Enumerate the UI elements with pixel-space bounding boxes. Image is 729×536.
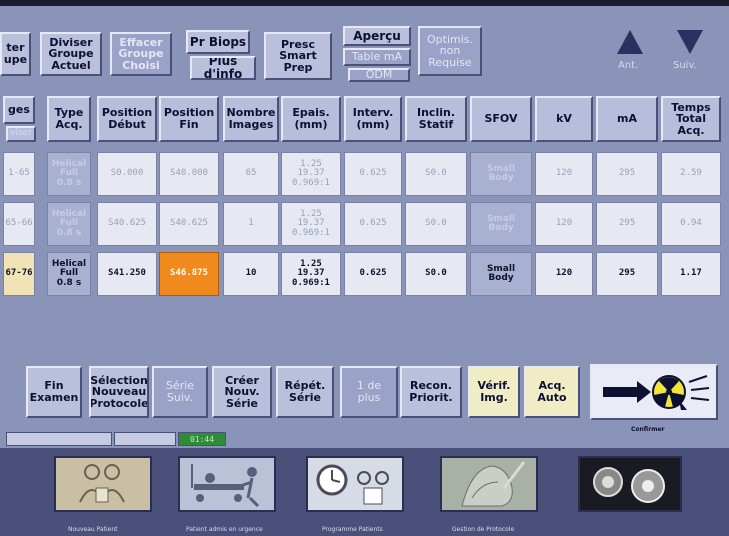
smart-prep-button[interactable]: Presc Smart Prep bbox=[264, 32, 332, 80]
status-segment-1 bbox=[6, 432, 112, 446]
table-cell[interactable]: 295 bbox=[596, 152, 658, 196]
split-group-button[interactable]: Diviser Groupe Actuel bbox=[40, 32, 102, 76]
table-cell[interactable]: 1.25 19.37 0.969:1 bbox=[281, 202, 341, 246]
column-header-7: Inclin. Statif bbox=[405, 96, 467, 142]
dock-label-emergency: Patient admis en urgence bbox=[186, 526, 263, 533]
table-cell[interactable]: 120 bbox=[535, 152, 593, 196]
dock-label-protocol: Gestion de Protocole bbox=[452, 526, 515, 533]
table-cell[interactable]: 0.94 bbox=[661, 202, 721, 246]
schedule-patients-icon bbox=[306, 456, 404, 512]
table-cell[interactable]: S41.250 bbox=[97, 252, 157, 296]
ma-table-button[interactable]: Table mA bbox=[343, 48, 411, 66]
select-protocol-button[interactable]: Sélection Nouveau Protocole bbox=[89, 366, 149, 418]
column-header-3: Position Fin bbox=[159, 96, 219, 142]
bottom-dock: Nouveau Patient Patient admis en urgence bbox=[0, 448, 729, 536]
next-label: Suiv. bbox=[673, 60, 697, 71]
quit-group-button[interactable]: ter upe bbox=[0, 32, 31, 76]
column-header-0: ges bbox=[3, 96, 35, 124]
table-cell[interactable]: S0.0 bbox=[405, 202, 467, 246]
column-header-6: Interv. (mm) bbox=[344, 96, 402, 142]
column-header-5: Epais. (mm) bbox=[281, 96, 341, 142]
image-works-icon bbox=[578, 456, 682, 512]
dock-label-schedule: Programme Patients bbox=[322, 526, 383, 533]
table-cell[interactable]: 1-65 bbox=[3, 152, 35, 196]
table-cell[interactable]: 0.625 bbox=[344, 202, 402, 246]
table-cell[interactable]: 295 bbox=[596, 252, 658, 296]
table-cell[interactable]: 67-76 bbox=[3, 252, 35, 296]
table-cell[interactable]: Helical Full 0.8 s bbox=[47, 202, 91, 246]
table-cell[interactable]: 0.625 bbox=[344, 152, 402, 196]
table-cell[interactable]: Helical Full 0.8 s bbox=[47, 252, 91, 296]
radiation-confirm-icon bbox=[603, 375, 710, 410]
biopsy-prep-button[interactable]: Pr Biops bbox=[186, 30, 250, 54]
repeat-series-button[interactable]: Répét. Série bbox=[276, 366, 334, 418]
dock-label-new-patient: Nouveau Patient bbox=[68, 526, 118, 533]
column-header-10: mA bbox=[596, 96, 658, 142]
emergency-patient-icon bbox=[178, 456, 276, 512]
end-exam-button[interactable]: Fin Examen bbox=[26, 366, 82, 418]
table-cell[interactable]: S0.0 bbox=[405, 252, 467, 296]
table-cell[interactable]: S40.625 bbox=[159, 202, 219, 246]
previous-label: Ant. bbox=[618, 60, 639, 71]
verify-images-button[interactable]: Vérif. Img. bbox=[468, 366, 520, 418]
new-patient-icon bbox=[54, 456, 152, 512]
confirm-label: Confirmer bbox=[631, 426, 665, 433]
column-header-9: kV bbox=[535, 96, 593, 142]
table-cell[interactable]: S0.000 bbox=[97, 152, 157, 196]
one-more-button[interactable]: 1 de plus bbox=[340, 366, 398, 418]
table-cell[interactable]: 2.59 bbox=[661, 152, 721, 196]
priority-recon-button[interactable]: Recon. Priorit. bbox=[400, 366, 462, 418]
delete-group-button[interactable]: Effacer Groupe Choisi bbox=[110, 32, 172, 76]
table-cell[interactable]: 120 bbox=[535, 252, 593, 296]
next-icon[interactable] bbox=[677, 30, 703, 54]
column-header-4: Nombre Images bbox=[223, 96, 279, 142]
table-cell[interactable]: 0.625 bbox=[344, 252, 402, 296]
timer-display: 01:44 bbox=[178, 432, 226, 446]
status-segment-2 bbox=[114, 432, 176, 446]
table-cell[interactable]: S40.625 bbox=[97, 202, 157, 246]
optimisation-button[interactable]: Optimis. non Requise bbox=[418, 26, 482, 76]
column-header-2: Position Début bbox=[97, 96, 157, 142]
protocol-management-icon bbox=[440, 456, 538, 512]
column-header-11: Temps Total Acq. bbox=[661, 96, 721, 142]
table-cell[interactable]: S40.000 bbox=[159, 152, 219, 196]
table-cell[interactable]: 295 bbox=[596, 202, 658, 246]
odm-button[interactable]: ODM bbox=[348, 68, 410, 82]
table-cell[interactable]: 1.25 19.37 0.969:1 bbox=[281, 152, 341, 196]
preview-button[interactable]: Aperçu bbox=[343, 26, 411, 46]
table-cell[interactable]: 120 bbox=[535, 202, 593, 246]
table-cell[interactable]: Small Body bbox=[470, 252, 532, 296]
column-header-1: Type Acq. bbox=[47, 96, 91, 142]
table-cell[interactable]: 10 bbox=[223, 252, 279, 296]
table-cell[interactable]: 1.25 19.37 0.969:1 bbox=[281, 252, 341, 296]
table-cell[interactable]: 1.17 bbox=[661, 252, 721, 296]
more-info-button[interactable]: Plus d'info bbox=[190, 56, 256, 80]
auto-acq-button[interactable]: Acq. Auto bbox=[524, 366, 580, 418]
create-series-button[interactable]: Créer Nouv. Série bbox=[212, 366, 272, 418]
next-series-button[interactable]: Série Suiv. bbox=[152, 366, 208, 418]
table-cell[interactable]: 65 bbox=[223, 152, 279, 196]
table-cell[interactable]: S46.875 bbox=[159, 252, 219, 296]
previous-icon[interactable] bbox=[617, 30, 643, 54]
table-cell[interactable]: Small Body bbox=[470, 152, 532, 196]
table-cell[interactable]: 65-66 bbox=[3, 202, 35, 246]
column-header-8: SFOV bbox=[470, 96, 532, 142]
table-cell[interactable]: 1 bbox=[223, 202, 279, 246]
revise-button[interactable]: viser bbox=[6, 126, 36, 142]
confirm-button[interactable] bbox=[590, 364, 718, 420]
table-cell[interactable]: S0.0 bbox=[405, 152, 467, 196]
table-cell[interactable]: Small Body bbox=[470, 202, 532, 246]
table-cell[interactable]: Helical Full 0.8 s bbox=[47, 152, 91, 196]
